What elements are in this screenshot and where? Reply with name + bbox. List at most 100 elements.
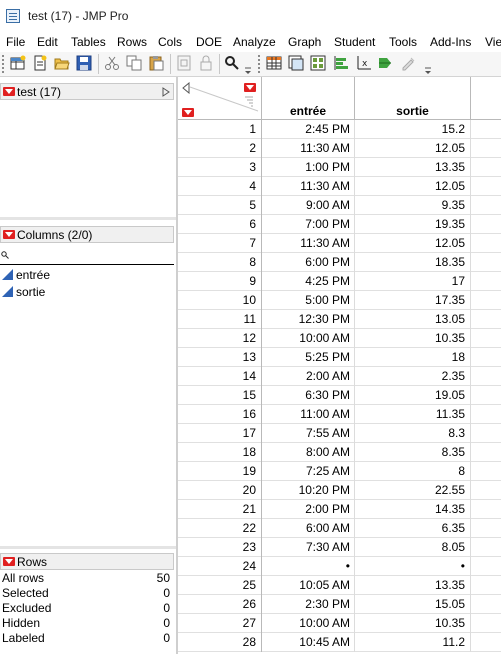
row-number[interactable]: 9 <box>178 272 262 291</box>
summary-icon[interactable] <box>310 55 326 71</box>
columns-search-input[interactable] <box>0 245 174 265</box>
column-list-item[interactable]: sortie <box>2 285 45 299</box>
column-header-sortie[interactable]: sortie <box>355 77 471 120</box>
cell-sortie[interactable]: 2.35 <box>355 367 471 386</box>
cell-sortie[interactable]: 15.2 <box>355 120 471 139</box>
cell-sortie[interactable]: 11.35 <box>355 405 471 424</box>
paste-icon[interactable] <box>148 55 164 71</box>
table-row[interactable]: 20 10:20 PM 22.55 <box>178 481 501 500</box>
cell-empty[interactable] <box>471 557 501 576</box>
table-row[interactable]: 16 11:00 AM 11.35 <box>178 405 501 424</box>
cell-entree[interactable]: 12:30 PM <box>262 310 355 329</box>
cell-entree[interactable]: 8:00 AM <box>262 443 355 462</box>
cell-entree[interactable]: • <box>262 557 355 576</box>
row-number[interactable]: 25 <box>178 576 262 595</box>
table-row[interactable]: 24 • • <box>178 557 501 576</box>
cell-empty[interactable] <box>471 291 501 310</box>
new-data-table-icon[interactable] <box>10 55 26 71</box>
table-row[interactable]: 5 9:00 AM 9.35 <box>178 196 501 215</box>
cell-empty[interactable] <box>471 576 501 595</box>
rows-panel-header[interactable]: Rows <box>0 553 174 570</box>
cell-entree[interactable]: 2:30 PM <box>262 595 355 614</box>
cell-sortie[interactable]: 13.35 <box>355 576 471 595</box>
row-number[interactable]: 7 <box>178 234 262 253</box>
menu-tables[interactable]: Tables <box>71 35 106 49</box>
table-panel-header[interactable]: test (17) <box>0 83 174 100</box>
cell-empty[interactable] <box>471 158 501 177</box>
menu-edit[interactable]: Edit <box>37 35 58 49</box>
cell-empty[interactable] <box>471 367 501 386</box>
rows-red-triangle-icon[interactable] <box>3 557 15 566</box>
row-number[interactable]: 5 <box>178 196 262 215</box>
cell-entree[interactable]: 6:00 AM <box>262 519 355 538</box>
panel-splitter[interactable] <box>0 546 176 549</box>
row-number[interactable]: 21 <box>178 500 262 519</box>
cell-sortie[interactable]: 17.35 <box>355 291 471 310</box>
cell-sortie[interactable]: 6.35 <box>355 519 471 538</box>
row-number[interactable]: 14 <box>178 367 262 386</box>
cell-empty[interactable] <box>471 272 501 291</box>
table-row[interactable]: 11 12:30 PM 13.05 <box>178 310 501 329</box>
filter-rows-icon[interactable] <box>244 95 254 107</box>
cell-entree[interactable]: 7:55 AM <box>262 424 355 443</box>
cell-entree[interactable]: 6:30 PM <box>262 386 355 405</box>
table-row[interactable]: 26 2:30 PM 15.05 <box>178 595 501 614</box>
cell-sortie[interactable]: 19.35 <box>355 215 471 234</box>
cell-empty[interactable] <box>471 329 501 348</box>
row-number[interactable]: 16 <box>178 405 262 424</box>
graph-builder-icon[interactable] <box>334 55 350 71</box>
distribution-icon[interactable]: x <box>356 55 372 71</box>
cell-entree[interactable]: 2:00 AM <box>262 367 355 386</box>
cell-empty[interactable] <box>471 196 501 215</box>
table-row[interactable]: 14 2:00 AM 2.35 <box>178 367 501 386</box>
cell-sortie[interactable]: 17 <box>355 272 471 291</box>
row-number[interactable]: 22 <box>178 519 262 538</box>
menu-file[interactable]: File <box>6 35 25 49</box>
toolbar-overflow-icon[interactable] <box>424 64 432 74</box>
cell-empty[interactable] <box>471 310 501 329</box>
cell-entree[interactable]: 6:00 PM <box>262 253 355 272</box>
cell-entree[interactable]: 10:00 AM <box>262 614 355 633</box>
table-row[interactable]: 10 5:00 PM 17.35 <box>178 291 501 310</box>
cell-entree[interactable]: 10:00 AM <box>262 329 355 348</box>
cell-sortie[interactable]: 12.05 <box>355 139 471 158</box>
cell-entree[interactable]: 1:00 PM <box>262 158 355 177</box>
columns-menu-red-triangle-icon[interactable] <box>244 83 256 92</box>
cut-icon[interactable] <box>104 55 120 71</box>
cell-entree[interactable]: 7:25 AM <box>262 462 355 481</box>
table-row[interactable]: 1 2:45 PM 15.2 <box>178 120 501 139</box>
cell-sortie[interactable]: 14.35 <box>355 500 471 519</box>
menu-student[interactable]: Student <box>334 35 375 49</box>
table-row[interactable]: 28 10:45 AM 11.2 <box>178 633 501 652</box>
save-icon[interactable] <box>76 55 92 71</box>
cell-sortie[interactable]: 11.2 <box>355 633 471 652</box>
row-number[interactable]: 17 <box>178 424 262 443</box>
table-row[interactable]: 2 11:30 AM 12.05 <box>178 139 501 158</box>
grid-corner[interactable] <box>178 77 262 120</box>
rows-stat-selected[interactable]: Selected 0 <box>2 586 172 601</box>
subset-icon[interactable] <box>288 55 304 71</box>
row-number[interactable]: 3 <box>178 158 262 177</box>
cell-sortie[interactable]: 15.05 <box>355 595 471 614</box>
cell-empty[interactable] <box>471 139 501 158</box>
column-list-item[interactable]: entrée <box>2 268 50 282</box>
cell-entree[interactable]: 9:00 AM <box>262 196 355 215</box>
row-number[interactable]: 8 <box>178 253 262 272</box>
row-number[interactable]: 4 <box>178 177 262 196</box>
row-number[interactable]: 28 <box>178 633 262 652</box>
cell-empty[interactable] <box>471 405 501 424</box>
cell-empty[interactable] <box>471 424 501 443</box>
menu-cols[interactable]: Cols <box>158 35 182 49</box>
cell-sortie[interactable]: 8.3 <box>355 424 471 443</box>
rows-stat-all[interactable]: All rows 50 <box>2 571 172 586</box>
cell-sortie[interactable]: • <box>355 557 471 576</box>
row-number[interactable]: 23 <box>178 538 262 557</box>
menu-doe[interactable]: DOE <box>196 35 222 49</box>
cell-sortie[interactable]: 12.05 <box>355 234 471 253</box>
cell-sortie[interactable]: 8.05 <box>355 538 471 557</box>
cell-empty[interactable] <box>471 120 501 139</box>
cell-entree[interactable]: 11:00 AM <box>262 405 355 424</box>
rows-stat-excluded[interactable]: Excluded 0 <box>2 601 172 616</box>
row-number[interactable]: 13 <box>178 348 262 367</box>
table-row[interactable]: 8 6:00 PM 18.35 <box>178 253 501 272</box>
